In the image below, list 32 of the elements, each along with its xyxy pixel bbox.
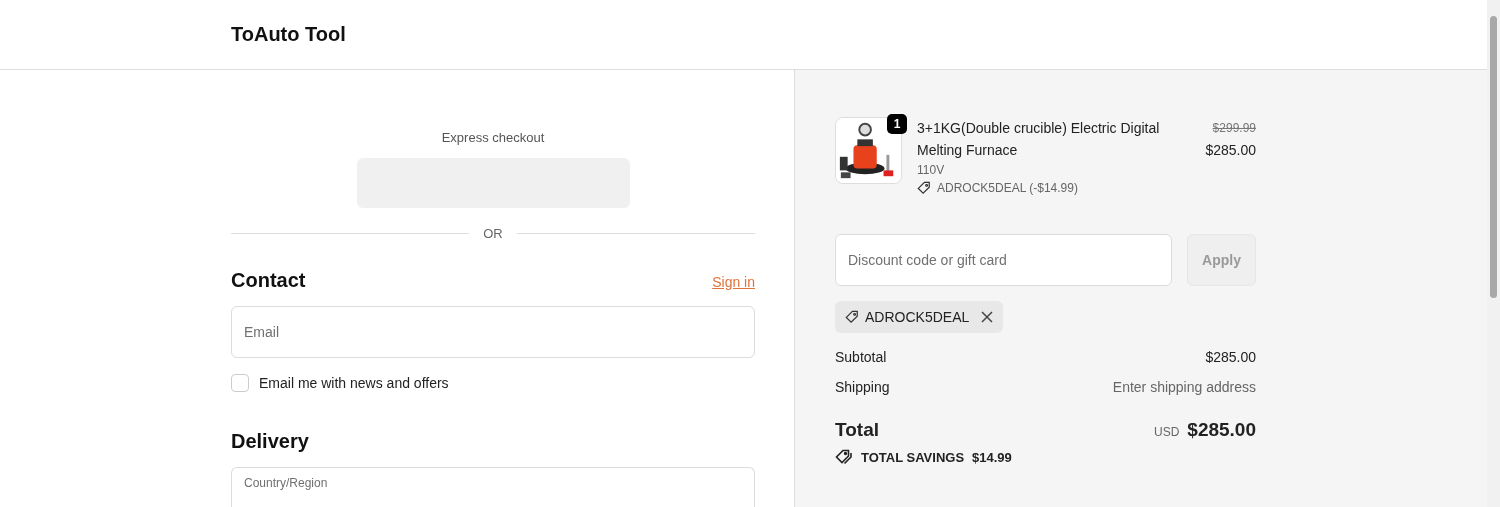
product-price: $285.00: [1205, 141, 1256, 160]
quantity-badge: 1: [887, 114, 907, 134]
close-icon[interactable]: [981, 311, 994, 323]
summary-label: Shipping: [835, 378, 890, 397]
discount-label: ADROCK5DEAL (-$14.99): [937, 180, 1078, 197]
country-select[interactable]: Country/Region: [231, 467, 755, 507]
summary-value: $285.00: [1205, 348, 1256, 367]
store-name: ToAuto Tool: [231, 23, 346, 46]
tags-icon: [835, 449, 853, 465]
product-title: 3+1KG(Double crucible) Electric Digital Melting Furnace: [917, 119, 1161, 160]
express-checkout-label: Express checkout: [440, 130, 546, 145]
currency-label: USD: [1153, 425, 1180, 439]
summary-label: Subtotal: [835, 348, 887, 367]
sign-in-link[interactable]: Sign in: [712, 274, 755, 290]
section-heading: Contact: [231, 269, 306, 292]
shipping-hint: Enter shipping address: [1112, 378, 1256, 397]
email-field[interactable]: Email: [231, 306, 755, 358]
discount-code: ADROCK5DEAL: [865, 309, 970, 325]
savings-label: TOTAL SAVINGS: [861, 449, 965, 465]
divider-label: OR: [483, 226, 503, 241]
tag-icon: [845, 310, 859, 324]
total-amount: $285.00: [1187, 419, 1256, 441]
section-heading: Delivery: [231, 430, 309, 453]
tag-icon: [917, 181, 931, 195]
discount-code-field[interactable]: Discount code or gift card: [835, 234, 1172, 286]
total-label: Total: [835, 419, 879, 441]
checkbox-label: Email me with news and offers: [259, 375, 449, 391]
scrollbar-thumb[interactable]: [1490, 16, 1497, 298]
original-price: $299.99: [1211, 120, 1256, 137]
savings-amount: $14.99: [972, 449, 1012, 465]
product-variant: 110V: [917, 162, 946, 179]
checkbox[interactable]: [231, 374, 249, 392]
